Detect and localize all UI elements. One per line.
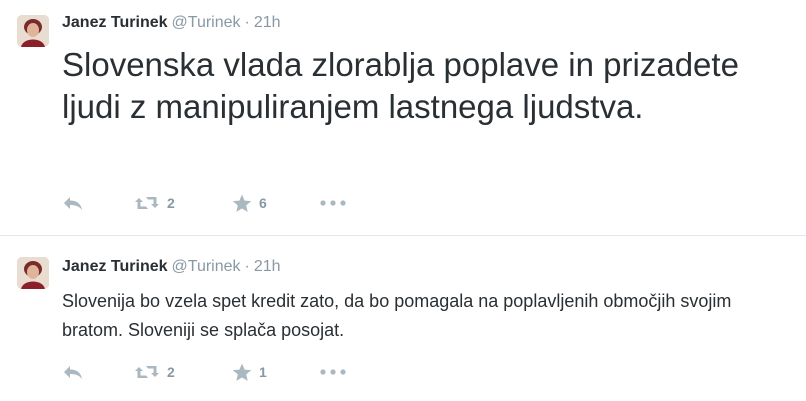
tweet-header: Janez Turinek @Turinek · 21h <box>62 257 281 277</box>
avatar[interactable] <box>17 15 49 47</box>
tweet-actions: 2 6 <box>62 191 346 215</box>
star-icon <box>232 363 252 382</box>
retweet-button[interactable]: 2 <box>134 195 232 211</box>
user-handle[interactable]: @Turinek <box>172 14 241 31</box>
user-name[interactable]: Janez Turinek <box>62 14 168 31</box>
tweet-header: Janez Turinek @Turinek · 21h <box>62 13 281 33</box>
timestamp[interactable]: 21h <box>254 14 281 31</box>
reply-icon <box>62 195 84 211</box>
avatar[interactable] <box>17 257 49 289</box>
retweet-icon <box>134 364 160 380</box>
tweet: Janez Turinek @Turinek · 21h Slovenija bo v… <box>0 236 806 401</box>
star-icon <box>232 194 252 213</box>
more-button[interactable] <box>320 200 346 206</box>
favorite-count: 1 <box>259 364 267 380</box>
tweet-actions: 2 1 <box>62 360 346 384</box>
reply-button[interactable] <box>62 195 134 211</box>
separator: · <box>244 258 250 275</box>
retweet-icon <box>134 195 160 211</box>
retweet-button[interactable]: 2 <box>134 364 232 380</box>
favorite-count: 6 <box>259 195 267 211</box>
timestamp[interactable]: 21h <box>254 258 281 275</box>
user-handle[interactable]: @Turinek <box>172 258 241 275</box>
reply-button[interactable] <box>62 364 134 380</box>
retweet-count: 2 <box>167 364 175 380</box>
tweet-text: Slovenska vlada zlorablja poplave in pri… <box>62 46 739 125</box>
favorite-button[interactable]: 6 <box>232 194 320 213</box>
retweet-count: 2 <box>167 195 175 211</box>
favorite-button[interactable]: 1 <box>232 363 320 382</box>
more-icon <box>320 369 346 375</box>
reply-icon <box>62 364 84 380</box>
more-icon <box>320 200 346 206</box>
user-name[interactable]: Janez Turinek <box>62 258 168 275</box>
tweet: Janez Turinek @Turinek · 21h Slovenska vlad… <box>0 0 806 236</box>
separator: · <box>244 14 250 31</box>
more-button[interactable] <box>320 369 346 375</box>
tweet-text: Slovenija bo vzela spet kredit zato, da … <box>62 291 732 340</box>
